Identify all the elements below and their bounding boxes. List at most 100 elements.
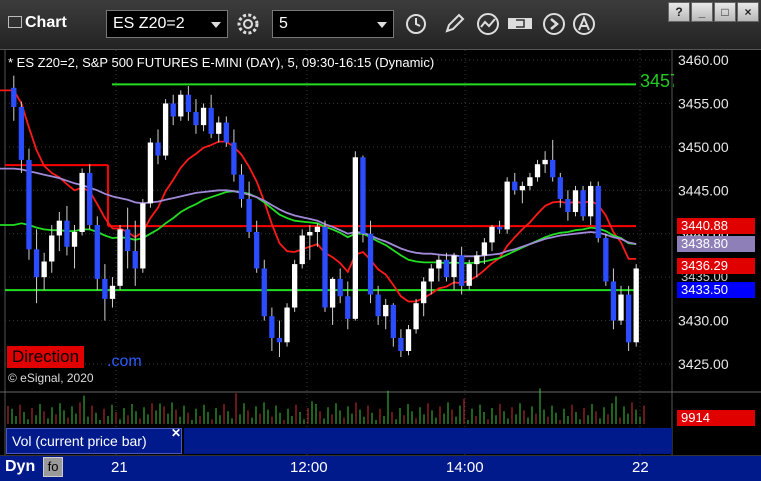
candle-body [170,103,176,117]
volume-label-band [184,428,672,454]
candle-body [436,259,442,269]
candle-body [26,159,32,250]
chevron-down-icon [377,22,387,28]
candle-body [405,329,412,351]
candle-body [588,185,594,217]
candle-body [246,198,252,232]
volume-study-label[interactable]: Vol (current price bar) [6,428,182,454]
candle-body [109,285,116,299]
candle-body [481,242,488,256]
restore-icon: □ [721,5,729,19]
price-tick-label: 3445.00 [678,182,729,198]
alert-button[interactable] [570,10,598,38]
studies-button[interactable] [474,10,502,38]
candle-body [550,159,556,178]
chart-app-icon [8,16,22,28]
candle-body [33,249,40,278]
time-label: 14:00 [446,459,484,476]
candle-body [94,225,100,279]
candle-body [367,233,374,295]
toolbar: Chart ES Z20=2 5 ? _ □ × [0,0,761,50]
candle-body [443,259,450,278]
candle-body [49,235,55,262]
price-tag: 3436.29 [677,257,755,274]
candle-body [557,177,563,199]
candle-body [11,87,17,107]
candle-body [291,264,298,308]
price-tag: 3440.88 [677,218,755,235]
dynamic-label: Dyn [5,458,36,475]
candle-body [178,94,184,117]
close-icon: × [744,5,752,19]
candle-body [322,226,328,308]
candle-body [269,316,275,338]
candle-body [466,264,472,286]
settings-gear-button[interactable] [234,10,262,38]
candle-body [398,337,404,351]
candle-body [208,107,214,134]
candle-body [580,190,586,217]
restore-button[interactable]: □ [714,2,736,22]
candle-body [102,278,108,299]
candle-body [383,304,389,317]
candle-body [375,294,381,317]
candle-body [261,268,267,317]
candle-body [147,142,154,204]
candle-body [299,235,305,265]
time-template-button[interactable] [402,10,430,38]
candle-body [421,281,427,304]
interval-selector[interactable]: 5 [272,10,394,38]
get-icon [508,18,532,29]
get-data-button[interactable] [506,10,536,38]
candle-body [155,142,161,156]
arrow-right-circle-icon [543,13,565,35]
close-button[interactable]: × [737,2,759,22]
symbol-selector[interactable]: ES Z20=2 [106,10,228,38]
candle-body [458,255,465,286]
price-tick-label: 3455.00 [678,95,729,111]
time-label: 12:00 [290,459,328,476]
chart-background [0,50,761,455]
price-chart[interactable]: 3460.003455.003450.003445.003440.003435.… [0,50,761,455]
close-icon[interactable]: ✕ [171,426,181,440]
candle-body [132,251,138,269]
candle-body [428,268,434,282]
candle-body [162,103,169,156]
candle-body [603,238,609,282]
dynamic-toggle-button[interactable]: fo [43,457,63,477]
candle-body [140,203,146,269]
candle-body [618,294,624,321]
candle-body [451,255,457,278]
candle-body [345,296,351,319]
candle-body [254,231,260,269]
candle-body [519,185,526,191]
candle-body [185,94,192,113]
price-tick-label: 3460.00 [678,52,729,68]
chart-info-line: * ES Z20=2, S&P 500 FUTURES E-MINI (DAY)… [8,55,435,70]
direction-watermark-tail: .com [107,353,142,370]
candle-body [413,303,419,330]
candle-body [595,185,601,239]
interval-value: 5 [279,15,288,32]
gear-icon [237,13,259,35]
alert-a-icon [573,13,595,35]
candle-body [633,268,639,343]
candle-body [307,231,313,236]
candle-body [625,294,632,343]
candle-body [534,164,541,178]
candle-body [64,220,70,247]
candle-body [390,304,396,338]
draw-tool-button[interactable] [440,10,468,38]
candle-body [223,122,229,143]
candle-body [610,281,617,321]
candle-body [512,181,518,191]
minimize-button[interactable]: _ [691,2,713,22]
next-button[interactable] [540,10,568,38]
candle-body [238,174,245,199]
candle-body [329,278,336,308]
candle-body [87,172,93,226]
copyright-text: © eSignal, 2020 [8,371,94,385]
help-button[interactable]: ? [668,2,690,22]
candle-body [527,177,533,186]
candle-body [504,181,510,230]
